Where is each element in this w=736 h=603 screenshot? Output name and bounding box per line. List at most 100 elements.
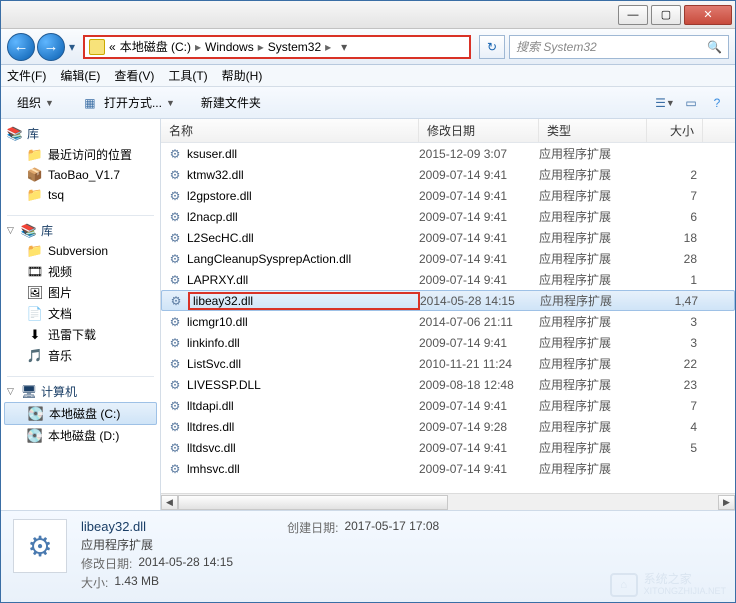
file-type: 应用程序扩展 <box>539 250 647 267</box>
file-size: 4 <box>647 420 697 434</box>
file-size: 18 <box>647 231 697 245</box>
breadcrumb-system32[interactable]: System32 <box>268 40 321 54</box>
open-with-button[interactable]: ▦ 打开方式... ▼ <box>72 90 183 116</box>
dll-icon: ⚙ <box>167 419 183 435</box>
horizontal-scrollbar[interactable]: ◀ ▶ <box>161 493 735 510</box>
sidebar-item-tsq[interactable]: 📁 tsq <box>1 185 160 205</box>
file-name: LangCleanupSysprepAction.dll <box>187 252 419 266</box>
search-icon[interactable]: 🔍 <box>707 40 722 54</box>
col-type[interactable]: 类型 <box>539 119 647 142</box>
search-input[interactable]: 搜索 System32 🔍 <box>509 35 729 59</box>
file-list[interactable]: ⚙ksuser.dll2015-12-09 3:07应用程序扩展⚙ktmw32.… <box>161 143 735 493</box>
preview-pane-button[interactable]: ▭ <box>681 93 701 113</box>
file-date: 2010-11-21 11:24 <box>419 357 539 371</box>
watermark-url: XITONGZHIJIA.NET <box>644 587 726 597</box>
sidebar-item-music[interactable]: 🎵音乐 <box>1 345 160 366</box>
organize-button[interactable]: 组织 ▼ <box>9 91 62 114</box>
file-row[interactable]: ⚙licmgr10.dll2014-07-06 21:11应用程序扩展3 <box>161 311 735 332</box>
sidebar-item-subversion[interactable]: 📁Subversion <box>1 241 160 261</box>
file-type: 应用程序扩展 <box>539 355 647 372</box>
sidebar-item-xunlei[interactable]: ⬇迅雷下载 <box>1 324 160 345</box>
file-date: 2009-07-14 9:41 <box>419 210 539 224</box>
file-row[interactable]: ⚙lltdsvc.dll2009-07-14 9:41应用程序扩展5 <box>161 437 735 458</box>
download-icon: ⬇ <box>27 327 43 343</box>
file-date: 2009-07-14 9:41 <box>419 231 539 245</box>
minimize-button[interactable]: — <box>618 5 648 25</box>
file-size: 1,47 <box>648 294 698 308</box>
dll-icon: ⚙ <box>167 167 183 183</box>
nav-arrows: ← → ▾ <box>7 33 79 61</box>
nav-history-dropdown[interactable]: ▾ <box>65 33 79 61</box>
file-row[interactable]: ⚙LIVESSP.DLL2009-08-18 12:48应用程序扩展23 <box>161 374 735 395</box>
file-date: 2014-05-28 14:15 <box>420 294 540 308</box>
col-size[interactable]: 大小 <box>647 119 703 142</box>
new-folder-button[interactable]: 新建文件夹 <box>193 91 269 114</box>
sidebar-item-drive-c[interactable]: 💽本地磁盘 (C:) <box>4 402 157 425</box>
address-dropdown[interactable]: ▾ <box>335 40 353 54</box>
scroll-thumb[interactable] <box>178 495 448 510</box>
menu-file[interactable]: 文件(F) <box>7 67 46 84</box>
maximize-button[interactable]: ▢ <box>651 5 681 25</box>
file-row[interactable]: ⚙l2gpstore.dll2009-07-14 9:41应用程序扩展7 <box>161 185 735 206</box>
file-date: 2009-07-14 9:41 <box>419 252 539 266</box>
details-modified-value: 2014-05-28 14:15 <box>138 555 233 572</box>
view-options-button[interactable]: ☰ ▼ <box>655 93 675 113</box>
file-row[interactable]: ⚙l2nacp.dll2009-07-14 9:41应用程序扩展6 <box>161 206 735 227</box>
file-date: 2009-07-14 9:41 <box>419 273 539 287</box>
close-button[interactable]: ✕ <box>684 5 732 25</box>
file-row[interactable]: ⚙lmhsvc.dll2009-07-14 9:41应用程序扩展 <box>161 458 735 479</box>
back-button[interactable]: ← <box>7 33 35 61</box>
file-type: 应用程序扩展 <box>540 292 648 309</box>
menu-view[interactable]: 查看(V) <box>114 67 154 84</box>
scroll-right-button[interactable]: ▶ <box>718 495 735 510</box>
collapse-icon: ▽ <box>7 225 17 236</box>
scroll-left-button[interactable]: ◀ <box>161 495 178 510</box>
sidebar-item-drive-d[interactable]: 💽本地磁盘 (D:) <box>1 425 160 446</box>
file-row[interactable]: ⚙ktmw32.dll2009-07-14 9:41应用程序扩展2 <box>161 164 735 185</box>
file-row[interactable]: ⚙ListSvc.dll2010-11-21 11:24应用程序扩展22 <box>161 353 735 374</box>
breadcrumb-c[interactable]: 本地磁盘 (C:) <box>120 38 191 55</box>
column-headers: 名称 修改日期 类型 大小 <box>161 119 735 143</box>
sidebar-head-library2[interactable]: ▽ 📚 库 <box>1 220 160 241</box>
sidebar-item-pictures[interactable]: 🖼图片 <box>1 282 160 303</box>
file-type: 应用程序扩展 <box>539 418 647 435</box>
file-row[interactable]: ⚙LangCleanupSysprepAction.dll2009-07-14 … <box>161 248 735 269</box>
address-bar[interactable]: « 本地磁盘 (C:) ▸ Windows ▸ System32 ▸ ▾ <box>83 35 471 59</box>
file-size: 3 <box>647 336 697 350</box>
forward-button[interactable]: → <box>37 33 65 61</box>
refresh-button[interactable]: ↻ <box>479 35 505 59</box>
file-row[interactable]: ⚙libeay32.dll2014-05-28 14:15应用程序扩展1,47 <box>161 290 735 311</box>
file-type: 应用程序扩展 <box>539 145 647 162</box>
sidebar-item-recent[interactable]: 📁 最近访问的位置 <box>1 144 160 165</box>
chevron-right-icon: ▸ <box>258 40 264 54</box>
file-size: 1 <box>647 273 697 287</box>
file-size: 7 <box>647 189 697 203</box>
file-type: 应用程序扩展 <box>539 334 647 351</box>
menu-help[interactable]: 帮助(H) <box>222 67 263 84</box>
col-date[interactable]: 修改日期 <box>419 119 539 142</box>
sidebar-item-taobao[interactable]: 📦 TaoBao_V1.7 <box>1 165 160 185</box>
sidebar-head-computer[interactable]: ▽ 🖥 计算机 <box>1 381 160 402</box>
help-button[interactable]: ? <box>707 93 727 113</box>
file-date: 2009-07-14 9:41 <box>419 441 539 455</box>
sidebar-item-video[interactable]: 🎞视频 <box>1 261 160 282</box>
sidebar-item-docs[interactable]: 📄文档 <box>1 303 160 324</box>
scroll-track[interactable] <box>178 495 718 510</box>
details-created-label: 创建日期: <box>287 519 338 536</box>
file-size: 3 <box>647 315 697 329</box>
dll-icon: ⚙ <box>167 188 183 204</box>
menu-tools[interactable]: 工具(T) <box>168 67 207 84</box>
sidebar-item-label: 最近访问的位置 <box>48 146 132 163</box>
watermark: ⌂ 系统之家 XITONGZHIJIA.NET <box>610 573 726 597</box>
breadcrumb-windows[interactable]: Windows <box>205 40 254 54</box>
file-row[interactable]: ⚙ksuser.dll2015-12-09 3:07应用程序扩展 <box>161 143 735 164</box>
file-row[interactable]: ⚙lltdapi.dll2009-07-14 9:41应用程序扩展7 <box>161 395 735 416</box>
file-row[interactable]: ⚙lltdres.dll2009-07-14 9:28应用程序扩展4 <box>161 416 735 437</box>
dll-icon: ⚙ <box>167 146 183 162</box>
file-row[interactable]: ⚙LAPRXY.dll2009-07-14 9:41应用程序扩展1 <box>161 269 735 290</box>
menu-edit[interactable]: 编辑(E) <box>60 67 100 84</box>
col-name[interactable]: 名称 <box>161 119 419 142</box>
file-row[interactable]: ⚙L2SecHC.dll2009-07-14 9:41应用程序扩展18 <box>161 227 735 248</box>
file-row[interactable]: ⚙linkinfo.dll2009-07-14 9:41应用程序扩展3 <box>161 332 735 353</box>
sidebar-head-library[interactable]: 📚 库 <box>1 123 160 144</box>
